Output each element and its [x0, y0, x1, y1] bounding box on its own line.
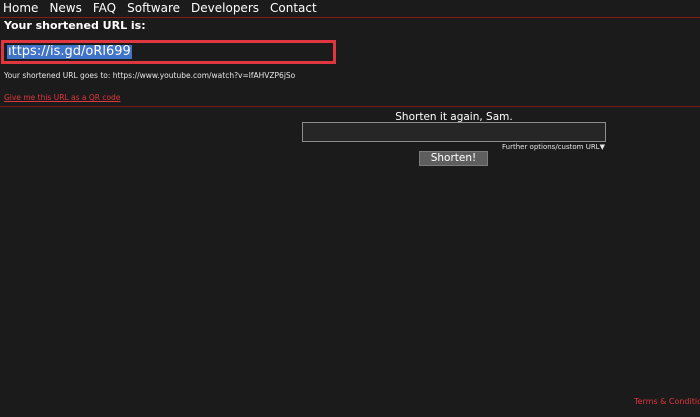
destination-url: https://www.youtube.com/watch?v=lfAHVZP6… [112, 71, 296, 80]
url-input[interactable] [302, 122, 606, 142]
destination-label: Your shortened URL goes to: [4, 71, 113, 80]
section-divider [0, 106, 700, 107]
nav-news-link[interactable]: News [49, 0, 81, 17]
result-title: Your shortened URL is: [4, 19, 146, 32]
top-nav: Home News FAQ Software Developers Contac… [0, 0, 700, 18]
page: Home News FAQ Software Developers Contac… [0, 0, 700, 417]
short-url-text[interactable]: ıttps://is.gd/oRl699 [7, 45, 132, 59]
nav-software-link[interactable]: Software [127, 0, 180, 17]
nav-home-link[interactable]: Home [3, 0, 38, 17]
further-options-link[interactable]: Further options/custom URL▼ [502, 143, 605, 151]
nav-developers-link[interactable]: Developers [191, 0, 259, 17]
nav-faq-link[interactable]: FAQ [93, 0, 116, 17]
terms-link[interactable]: Terms & Conditions [634, 397, 700, 406]
nav-contact-link[interactable]: Contact [270, 0, 317, 17]
qr-code-link[interactable]: Give me this URL as a QR code [4, 93, 120, 102]
short-url-field[interactable]: ıttps://is.gd/oRl699 [1, 40, 336, 64]
shorten-button[interactable]: Shorten! [419, 151, 488, 166]
destination-info: Your shortened URL goes to: https://www.… [4, 71, 295, 80]
